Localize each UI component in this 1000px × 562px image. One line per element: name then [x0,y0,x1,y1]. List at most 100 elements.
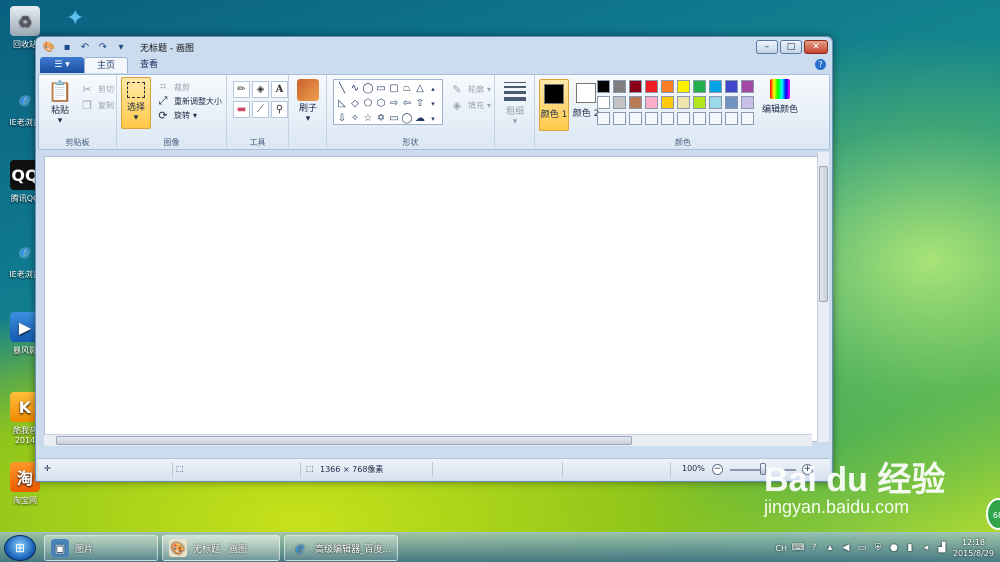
palette-swatch[interactable] [645,96,658,109]
scroll-down-icon[interactable]: ▾ [427,97,439,110]
triangle-shape-icon[interactable]: △ [414,82,426,95]
palette-swatch[interactable] [709,96,722,109]
maximize-button[interactable]: □ [780,40,802,54]
fill-button[interactable]: ◈ 填充 ▾ [449,97,491,113]
palette-swatch[interactable] [693,96,706,109]
palette-swatch[interactable] [693,112,706,125]
floating-badge[interactable]: 68 [986,498,1000,530]
diamond-shape-icon[interactable]: ◇ [349,97,361,110]
undo-icon[interactable]: ↶ [78,40,92,54]
fill-bucket-icon[interactable]: ◈ [252,81,269,98]
callout-oval-shape-icon[interactable]: ◯ [401,112,413,125]
palette-swatch[interactable] [629,112,642,125]
palette-swatch[interactable] [661,80,674,93]
color1-button[interactable]: 颜色 1 [539,79,569,131]
palette-swatch[interactable] [741,80,754,93]
left-arrow-shape-icon[interactable]: ⇦ [401,97,413,110]
palette-swatch[interactable] [709,112,722,125]
clock[interactable]: 12:18 2015/8/29 [953,537,994,559]
sound-alert-icon[interactable]: ◀ [841,543,851,553]
edit-colors-button[interactable]: 编辑颜色 [761,79,799,115]
select-button[interactable]: 选择 ▾ [121,77,151,129]
palette-swatch[interactable] [677,112,690,125]
curve-shape-icon[interactable]: ∿ [349,82,361,95]
brushes-button[interactable]: 刷子 ▾ [293,79,323,124]
palette-swatch[interactable] [629,96,642,109]
customize-quick-access-icon[interactable]: ▾ [114,40,128,54]
palette-swatch[interactable] [645,112,658,125]
signal-icon[interactable]: ▟ [937,543,947,553]
palette-swatch[interactable] [725,112,738,125]
line-shape-icon[interactable]: ╲ [336,82,348,95]
shapes-gallery[interactable]: ╲ ∿ ◯ ▭ ▢ ⏢ △ ▴ ◺ ◇ ⬠ ⬡ ⇨ ⇦ ⇧ ▾ ⇩ ✧ ☆ ✡ [333,79,443,125]
expand-shapes-icon[interactable]: ▾ [427,112,439,125]
drawing-canvas[interactable] [44,156,818,442]
oval-shape-icon[interactable]: ◯ [362,82,374,95]
close-button[interactable]: ✕ [804,40,828,54]
text-tool-icon[interactable]: A [271,81,288,98]
taskbar-item-pictures[interactable]: ▣ 图片 [44,535,158,561]
palette-swatch[interactable] [613,96,626,109]
taskbar-item-ie[interactable]: e 高级编辑器_百度... [284,535,398,561]
scroll-up-icon[interactable]: ▴ [427,82,439,95]
vertical-scrollbar[interactable] [817,152,829,442]
rectangle-shape-icon[interactable]: ▭ [375,82,387,95]
cut-button[interactable]: ✂ 剪切 [79,81,114,97]
minimize-button[interactable]: – [756,40,778,54]
palette-swatch[interactable] [613,80,626,93]
down-arrow-shape-icon[interactable]: ⇩ [336,112,348,125]
palette-swatch[interactable] [741,112,754,125]
keyboard-icon[interactable]: ⌨ [791,543,804,553]
five-point-star-shape-icon[interactable]: ☆ [362,112,374,125]
battery-icon[interactable]: ▮ [905,543,915,553]
volume-icon[interactable]: ◂ [921,543,931,553]
palette-swatch[interactable] [597,112,610,125]
eraser-icon[interactable]: ▬ [233,101,250,118]
palette-swatch[interactable] [725,96,738,109]
help-tray-icon[interactable]: ? [809,543,819,553]
right-triangle-shape-icon[interactable]: ◺ [336,97,348,110]
pentagon-shape-icon[interactable]: ⬠ [362,97,374,110]
six-point-star-shape-icon[interactable]: ✡ [375,112,387,125]
palette-swatch[interactable] [677,96,690,109]
horizontal-scroll-thumb[interactable] [56,436,632,445]
color-picker-icon[interactable]: ⟋ [252,101,269,118]
copy-button[interactable]: ❐ 复制 [79,97,114,113]
hexagon-shape-icon[interactable]: ⬡ [375,97,387,110]
horizontal-scrollbar[interactable] [44,434,812,446]
vertical-scroll-thumb[interactable] [819,166,828,302]
up-arrow-shape-icon[interactable]: ⇧ [414,97,426,110]
rotate-button[interactable]: ⟳ 旋转 ▾ [155,107,197,123]
tab-view[interactable]: 查看 [128,57,170,73]
paint-app-icon[interactable]: 🎨 [42,40,56,54]
palette-swatch[interactable] [741,96,754,109]
network-monitor-icon[interactable]: ▭ [857,543,867,553]
palette-swatch[interactable] [725,80,738,93]
antivirus-icon[interactable]: ● [889,543,899,553]
palette-swatch[interactable] [693,80,706,93]
palette-swatch[interactable] [661,112,674,125]
paint-menu-button[interactable]: ☰ ▾ [40,57,84,73]
show-hidden-icons[interactable]: ▴ [825,543,835,553]
four-point-star-shape-icon[interactable]: ✧ [349,112,361,125]
paste-button[interactable]: 📋 粘贴 ▾ [45,79,75,126]
redo-icon[interactable]: ↷ [96,40,110,54]
palette-swatch[interactable] [597,80,610,93]
size-button[interactable]: 粗细 ▾ [500,79,530,127]
palette-swatch[interactable] [677,80,690,93]
palette-swatch[interactable] [597,96,610,109]
magnifier-icon[interactable]: ⚲ [271,101,288,118]
input-language[interactable]: CH [775,544,787,553]
callout-rect-shape-icon[interactable]: ▭ [388,112,400,125]
palette-swatch[interactable] [645,80,658,93]
palette-swatch[interactable] [709,80,722,93]
polygon-shape-icon[interactable]: ⏢ [401,82,413,95]
tab-home[interactable]: 主页 [84,57,129,73]
help-icon[interactable]: ? [815,59,826,70]
palette-swatch[interactable] [629,80,642,93]
start-button[interactable]: ⊞ [4,535,36,561]
zoom-out-button[interactable]: − [712,464,723,475]
callout-cloud-shape-icon[interactable]: ☁ [414,112,426,125]
outline-button[interactable]: ✎ 轮廓 ▾ [449,81,491,97]
rounded-rectangle-shape-icon[interactable]: ▢ [388,82,400,95]
